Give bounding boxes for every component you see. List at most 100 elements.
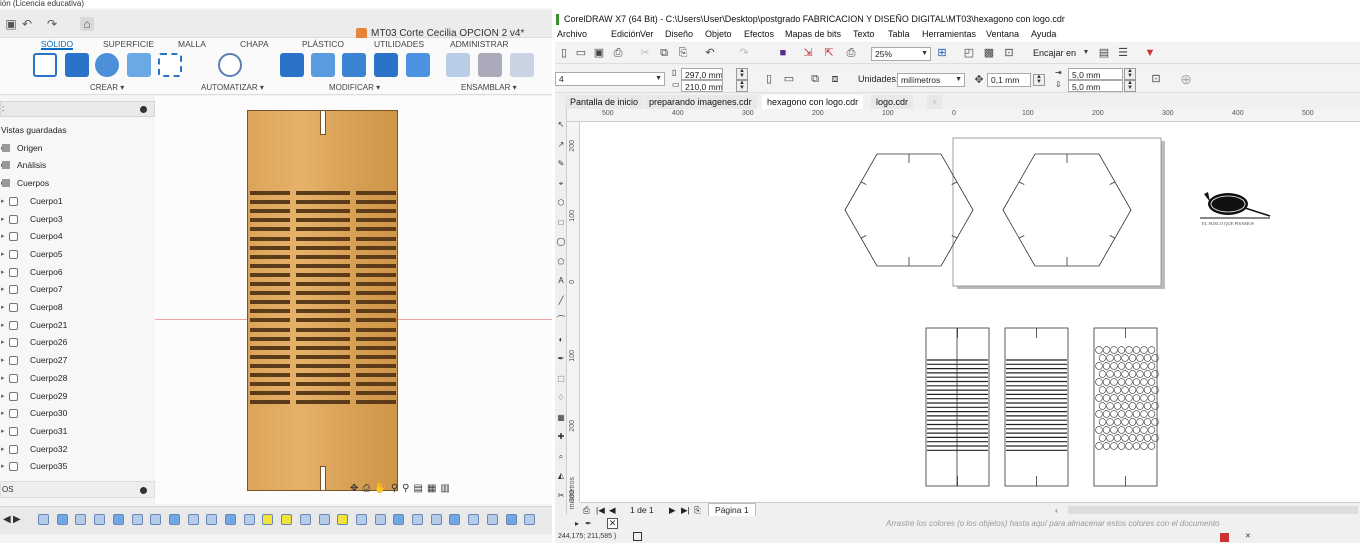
visibility-box-icon[interactable] <box>9 356 18 366</box>
browser-item[interactable]: ▸ Cuerpo28 <box>0 370 155 387</box>
menu-6[interactable]: Mapas de bits <box>785 27 841 42</box>
import-icon[interactable]: ⇲ <box>802 47 814 59</box>
expand-arrow-icon[interactable]: ▸ <box>1 211 5 228</box>
palette-arrow-icon[interactable]: ▸ <box>575 516 579 531</box>
revolve-icon[interactable] <box>95 53 119 77</box>
tool-icon[interactable]: ╱ <box>556 296 566 306</box>
tool-icon[interactable]: ♢ <box>556 393 566 403</box>
units-select[interactable]: milímetros ▼ <box>897 73 965 87</box>
expand-arrow-icon[interactable]: ▸ <box>1 423 5 440</box>
drawing-canvas[interactable]: EL SUELO QUE PISAMOS <box>580 122 1360 502</box>
fillet-icon[interactable] <box>311 53 335 77</box>
browser-item[interactable]: ▸Origen <box>0 140 155 157</box>
timeline-feature-icon[interactable] <box>243 514 255 525</box>
expand-arrow-icon[interactable]: ▸ <box>1 405 5 422</box>
browser-item[interactable]: ▸ Cuerpo31 <box>0 423 155 440</box>
timeline-feature-icon[interactable] <box>468 514 480 525</box>
current-page-icon[interactable]: ⧈ <box>829 73 841 85</box>
shell-icon[interactable] <box>374 53 398 77</box>
visibility-box-icon[interactable] <box>9 409 18 419</box>
cut-icon[interactable]: ✂ <box>639 47 651 59</box>
expand-arrow-icon[interactable]: ▸ <box>1 299 5 316</box>
browser-item[interactable]: ▸ Cuerpo32 <box>0 441 155 458</box>
browser-item[interactable]: ▸ Cuerpo1 <box>0 193 155 210</box>
browser-item[interactable]: ▸ Cuerpo4 <box>0 228 155 245</box>
menu-1[interactable]: Edición <box>611 27 641 42</box>
next-page-icon[interactable]: ▶ <box>669 503 676 517</box>
zoom-select[interactable]: 25% ▼ <box>871 47 931 61</box>
visibility-box-icon[interactable] <box>9 373 18 383</box>
tool-icon[interactable]: ⬡ <box>556 198 566 208</box>
tool-icon[interactable]: ◐ <box>556 335 566 345</box>
visibility-box-icon[interactable] <box>9 303 18 312</box>
open-icon[interactable]: ▭ <box>575 47 587 59</box>
fit-icon[interactable]: ⚲ <box>402 483 409 494</box>
publish-pdf-icon[interactable]: ⎙ <box>845 47 857 59</box>
timeline-feature-icon[interactable] <box>449 514 461 525</box>
menu-10[interactable]: Ventana <box>986 27 1019 42</box>
tool-icon[interactable]: ✒ <box>556 354 566 364</box>
expand-arrow-icon[interactable]: ▸ <box>1 193 5 210</box>
browser-item[interactable]: ▸Análisis <box>0 157 155 174</box>
tab-6[interactable]: ADMINISTRAR <box>450 38 509 50</box>
menu-0[interactable]: Archivo <box>557 27 587 42</box>
timeline-feature-icon[interactable] <box>355 514 367 525</box>
expand-arrow-icon[interactable]: ▸ <box>1 334 5 351</box>
timeline-feature-icon[interactable] <box>94 514 106 525</box>
doc-tab-0[interactable]: Pantalla de inicio <box>565 95 644 109</box>
dup-x-spinner[interactable]: ▲ ▼ <box>1124 68 1136 80</box>
guidelines-icon[interactable]: ⊡ <box>1003 47 1015 59</box>
pan-icon[interactable]: ✋ <box>374 483 386 494</box>
previous-page-icon[interactable]: ◀ <box>609 503 616 517</box>
step-back-icon[interactable]: ◀ <box>3 514 11 525</box>
scroll-left-icon[interactable]: ‹ <box>1055 503 1058 517</box>
zoom-icon[interactable]: ⚲ <box>391 483 398 494</box>
no-color-icon[interactable]: ✕ <box>607 518 618 529</box>
timeline-feature-icon[interactable] <box>206 514 218 525</box>
visibility-box-icon[interactable] <box>9 338 18 348</box>
display-settings-icon[interactable]: ▤ <box>414 483 423 494</box>
tab-4[interactable]: PLÁSTICO <box>302 38 344 50</box>
visibility-box-icon[interactable] <box>9 214 18 224</box>
timeline-feature-icon[interactable] <box>75 514 87 525</box>
add-tab-icon[interactable]: + <box>927 95 943 109</box>
landscape-icon[interactable]: ▭ <box>783 73 795 85</box>
duplicate-y-field[interactable]: 5,0 mm <box>1068 80 1123 92</box>
timeline-feature-icon[interactable] <box>38 514 49 525</box>
menu-9[interactable]: Herramientas <box>922 27 976 42</box>
new-component-icon[interactable] <box>446 53 470 77</box>
look-at-icon[interactable]: ⎙ <box>362 483 370 494</box>
options-icon[interactable]: ☰ <box>1117 47 1129 59</box>
visibility-box-icon[interactable] <box>9 267 18 277</box>
snap-to-button[interactable]: Encajar en <box>1033 48 1076 58</box>
tool-icon[interactable]: ⌖ <box>556 179 566 189</box>
redo-icon[interactable]: ↷ <box>738 47 750 59</box>
browser-item[interactable]: ▸ Cuerpo6 <box>0 264 155 281</box>
browser-item[interactable]: ▸ Cuerpo30 <box>0 405 155 422</box>
width-spinner[interactable]: ▲ ▼ <box>736 68 748 80</box>
tool-icon[interactable]: ↖ <box>556 120 566 130</box>
timeline-feature-icon[interactable] <box>412 514 423 525</box>
menu-11[interactable]: Ayuda <box>1031 27 1056 42</box>
browser-item[interactable]: ▸ Cuerpo7 <box>0 281 155 298</box>
visibility-box-icon[interactable] <box>9 320 18 330</box>
pattern-icon[interactable] <box>158 53 182 77</box>
group-ensamblar[interactable]: ENSAMBLAR ▾ <box>461 83 517 92</box>
search-content-icon[interactable]: ■ <box>777 47 789 59</box>
browser-item[interactable]: ▸ Cuerpo35 <box>0 458 155 475</box>
group-modificar[interactable]: MODIFICAR ▾ <box>329 83 380 92</box>
rectangular-panels[interactable] <box>925 327 1159 487</box>
as-built-joint-icon[interactable] <box>510 53 534 77</box>
duplicate-x-field[interactable]: 5,0 mm <box>1068 68 1123 80</box>
tab-1[interactable]: SUPERFICIE <box>103 38 154 50</box>
orbit-icon[interactable]: ✥ <box>350 483 358 494</box>
group-automatizar[interactable]: AUTOMATIZAR ▾ <box>201 83 264 92</box>
expand-arrow-icon[interactable]: ▸ <box>1 458 5 475</box>
expand-arrow-icon[interactable]: ▸ <box>1 264 5 281</box>
tool-icon[interactable]: ⌒ <box>556 315 566 325</box>
hole-icon[interactable] <box>127 53 151 77</box>
tool-icon[interactable]: ⬚ <box>556 374 566 384</box>
page-options-icon[interactable]: ⎙ <box>583 503 590 517</box>
timeline-feature-icon[interactable] <box>505 514 517 525</box>
timeline-feature-icon[interactable] <box>187 514 199 525</box>
